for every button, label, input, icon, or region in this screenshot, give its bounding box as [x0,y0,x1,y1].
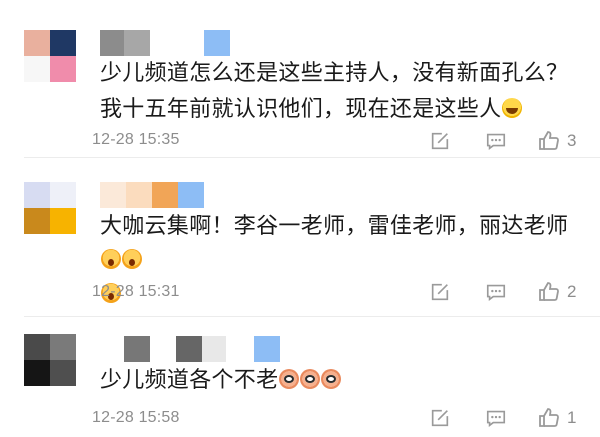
action-bar: 2 [425,277,576,307]
like-button[interactable]: 2 [537,280,576,304]
like-count: 1 [567,408,577,427]
edit-icon[interactable] [425,126,455,156]
avatar[interactable] [24,30,76,82]
comment-time: 12-28 15:31 [92,283,180,300]
cookie-face-emoji [279,369,300,389]
avatar[interactable] [24,334,76,386]
comment-text: 少儿频道怎么还是这些主持人，没有新面孔么？我十五年前就认识他们，现在还是这些人 [100,61,569,122]
edit-icon[interactable] [425,403,455,433]
thumbs-up-icon [539,131,559,150]
comment-time: 12-28 15:35 [92,131,180,148]
comment-text: 少儿频道各个不老 [100,363,580,399]
laughing-tears-emoji [502,98,523,118]
cookie-face-emoji [300,369,321,389]
like-button[interactable]: 3 [537,129,576,153]
username-pixelated[interactable] [100,30,230,56]
like-count: 3 [567,131,577,150]
comment-1: 少儿频道怎么还是这些主持人，没有新面孔么？我十五年前就认识他们，现在还是这些人 … [0,0,600,157]
shocked-face-emoji [101,249,121,269]
avatar[interactable] [24,182,76,234]
username-pixelated[interactable] [100,336,280,362]
like-button[interactable]: 1 [537,406,576,430]
cookie-face-emoji [321,369,342,389]
shocked-face-emoji [122,249,142,269]
like-count: 2 [567,282,577,301]
thumbs-up-icon [539,282,559,301]
thumbs-up-icon [539,408,559,427]
comment-icon[interactable] [481,126,511,156]
comment-3: 少儿频道各个不老 12-28 15:58 1 [0,317,600,437]
comment-2: 大咖云集啊！李谷一老师，雷佳老师，丽达老师 12-28 15:31 2 [0,158,600,316]
comment-icon[interactable] [481,403,511,433]
username-pixelated[interactable] [100,182,204,208]
comment-time: 12-28 15:58 [92,409,180,426]
comment-icon[interactable] [481,277,511,307]
action-bar: 1 [425,403,576,433]
edit-icon[interactable] [425,277,455,307]
action-bar: 3 [425,126,576,156]
